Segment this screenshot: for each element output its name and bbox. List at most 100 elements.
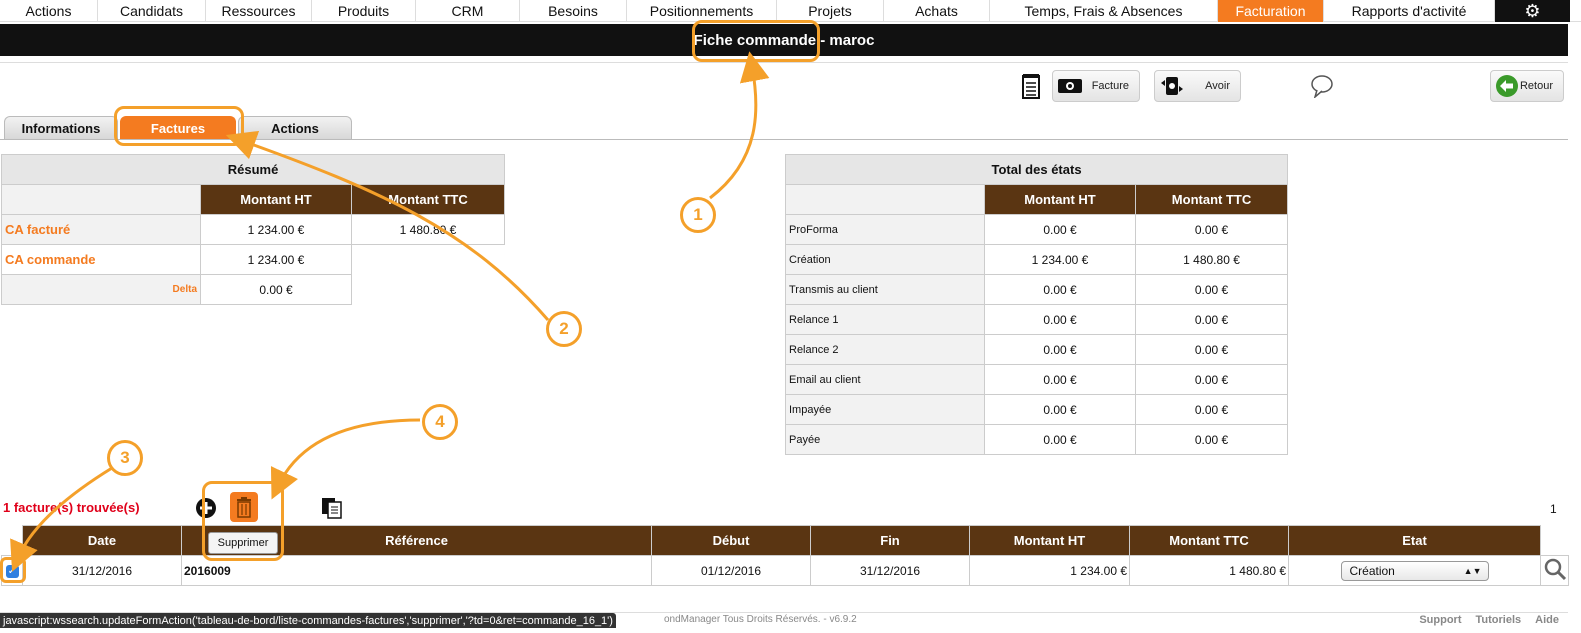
row-action-cell: [1540, 555, 1569, 586]
banknote-icon: [1057, 75, 1083, 97]
nav-item-achats[interactable]: Achats: [884, 0, 990, 22]
row-ttc: 1 480.80 €: [1129, 555, 1289, 586]
etat-ttc: 0.00 €: [1134, 304, 1289, 335]
resume-table: Résumé Montant HT Montant TTC CA facturé…: [0, 154, 506, 305]
annotation-3: 3: [107, 440, 143, 476]
retour-label: Retour: [1519, 80, 1553, 92]
etat-label: Payée: [785, 424, 985, 455]
retour-button[interactable]: Retour: [1490, 70, 1564, 102]
money-return-icon: [1159, 75, 1185, 97]
top-nav: Actions Candidats Ressources Produits CR…: [0, 0, 1581, 22]
action-col: [1541, 526, 1569, 556]
annotation-box-title: [692, 20, 820, 62]
col-date[interactable]: Date: [22, 525, 182, 556]
nav-item-produits[interactable]: Produits: [312, 0, 416, 22]
annotation-1: 1: [680, 197, 716, 233]
resume-title: Résumé: [0, 154, 506, 185]
results-count: 1 facture(s) trouvée(s): [3, 500, 140, 515]
etats-col-ht: Montant HT: [984, 184, 1136, 215]
row-ht: 1 234.00 €: [969, 555, 1130, 586]
etat-ht: 0.00 €: [984, 334, 1136, 365]
resume-col-ht: Montant HT: [200, 184, 352, 215]
select-col: [2, 526, 23, 556]
row-date: 31/12/2016: [22, 555, 182, 586]
col-fin[interactable]: Fin: [810, 525, 970, 556]
etat-ht: 0.00 €: [984, 304, 1136, 335]
row-etat-cell: Création ▲▼: [1288, 555, 1541, 586]
col-etat[interactable]: Etat: [1288, 525, 1541, 556]
col-montant-ht[interactable]: Montant HT: [969, 525, 1130, 556]
resume-label-ca-facture: CA facturé: [1, 214, 201, 245]
nav-item-positionnements[interactable]: Positionnements: [627, 0, 777, 22]
resume-col-ttc: Montant TTC: [350, 184, 506, 215]
etat-ht: 0.00 €: [984, 274, 1136, 305]
etat-ttc: 0.00 €: [1134, 424, 1289, 455]
tab-actions[interactable]: Actions: [238, 116, 352, 139]
tab-informations[interactable]: Informations: [4, 116, 118, 139]
annotation-box-supprimer: [202, 481, 284, 561]
etat-ht: 0.00 €: [984, 214, 1136, 245]
footer-link-aide[interactable]: Aide: [1535, 614, 1559, 626]
nav-item-rapports[interactable]: Rapports d'activité: [1324, 0, 1495, 22]
annotation-2: 2: [546, 311, 582, 347]
row-debut: 01/12/2016: [651, 555, 811, 586]
facture-button[interactable]: Facture: [1052, 70, 1140, 102]
nav-item-candidats[interactable]: Candidats: [98, 0, 206, 22]
etat-label: Relance 2: [785, 334, 985, 365]
etat-ttc: 0.00 €: [1134, 394, 1289, 425]
etat-ht: 0.00 €: [984, 424, 1136, 455]
footer-link-tutoriels[interactable]: Tutoriels: [1476, 614, 1522, 626]
etat-select[interactable]: Création ▲▼: [1340, 560, 1489, 581]
etat-ht: 0.00 €: [984, 364, 1136, 395]
footer-link-support[interactable]: Support: [1419, 614, 1461, 626]
etat-ht: 0.00 €: [984, 394, 1136, 425]
etat-ttc: 0.00 €: [1134, 214, 1289, 245]
etat-label: Impayée: [785, 394, 985, 425]
resume-label-ca-commande: CA commande: [1, 244, 201, 275]
resume-label-delta: Delta: [1, 274, 201, 305]
etat-select-value: Création: [1349, 563, 1395, 578]
nav-item-besoins[interactable]: Besoins: [520, 0, 627, 22]
status-bar-url: javascript:wssearch.updateFormAction('ta…: [0, 613, 616, 628]
resume-ca-facture-ht: 1 234.00 €: [200, 214, 352, 245]
avoir-button[interactable]: Avoir: [1154, 70, 1241, 102]
etat-ttc: 0.00 €: [1134, 364, 1289, 395]
page-number[interactable]: 1: [1550, 502, 1557, 516]
etat-label: Transmis au client: [785, 274, 985, 305]
etat-ttc: 0.00 €: [1134, 274, 1289, 305]
select-arrows-icon: ▲▼: [1463, 565, 1482, 576]
annotation-box-checkbox: [0, 557, 26, 583]
notepad-icon[interactable]: [1020, 72, 1042, 100]
col-debut[interactable]: Début: [651, 525, 811, 556]
copyright: ondManager Tous Droits Réservés. - v6.9.…: [664, 614, 857, 625]
etat-label: ProForma: [785, 214, 985, 245]
avoir-label: Avoir: [1205, 80, 1230, 92]
nav-item-actions[interactable]: Actions: [0, 0, 98, 22]
row-fin: 31/12/2016: [810, 555, 970, 586]
nav-item-temps-frais[interactable]: Temps, Frais & Absences: [990, 0, 1218, 22]
nav-item-crm[interactable]: CRM: [416, 0, 520, 22]
search-icon[interactable]: [1543, 558, 1567, 584]
nav-item-facturation[interactable]: Facturation: [1218, 0, 1324, 22]
resume-ca-facture-ttc: 1 480.80 €: [350, 214, 506, 245]
nav-item-projets[interactable]: Projets: [777, 0, 884, 22]
etat-ht: 1 234.00 €: [984, 244, 1136, 275]
facture-label: Facture: [1091, 80, 1129, 92]
col-montant-ttc[interactable]: Montant TTC: [1129, 525, 1289, 556]
resume-delta-ht: 0.00 €: [200, 274, 352, 305]
duplicate-icon[interactable]: [320, 496, 344, 520]
resume-empty: [352, 275, 505, 305]
etats-col-ttc: Montant TTC: [1134, 184, 1289, 215]
resume-empty: [352, 245, 505, 275]
etat-label: Création: [785, 244, 985, 275]
gear-icon[interactable]: ⚙: [1495, 0, 1570, 22]
etat-ttc: 1 480.80 €: [1134, 244, 1289, 275]
etats-table: Total des états Montant HT Montant TTC P…: [784, 154, 1289, 455]
divider: [0, 62, 1568, 63]
nav-item-ressources[interactable]: Ressources: [206, 0, 312, 22]
etats-title: Total des états: [784, 154, 1289, 185]
comment-icon[interactable]: [1308, 72, 1336, 100]
annotation-4: 4: [422, 404, 458, 440]
etats-corner: [785, 184, 985, 215]
resume-corner: [1, 184, 201, 215]
